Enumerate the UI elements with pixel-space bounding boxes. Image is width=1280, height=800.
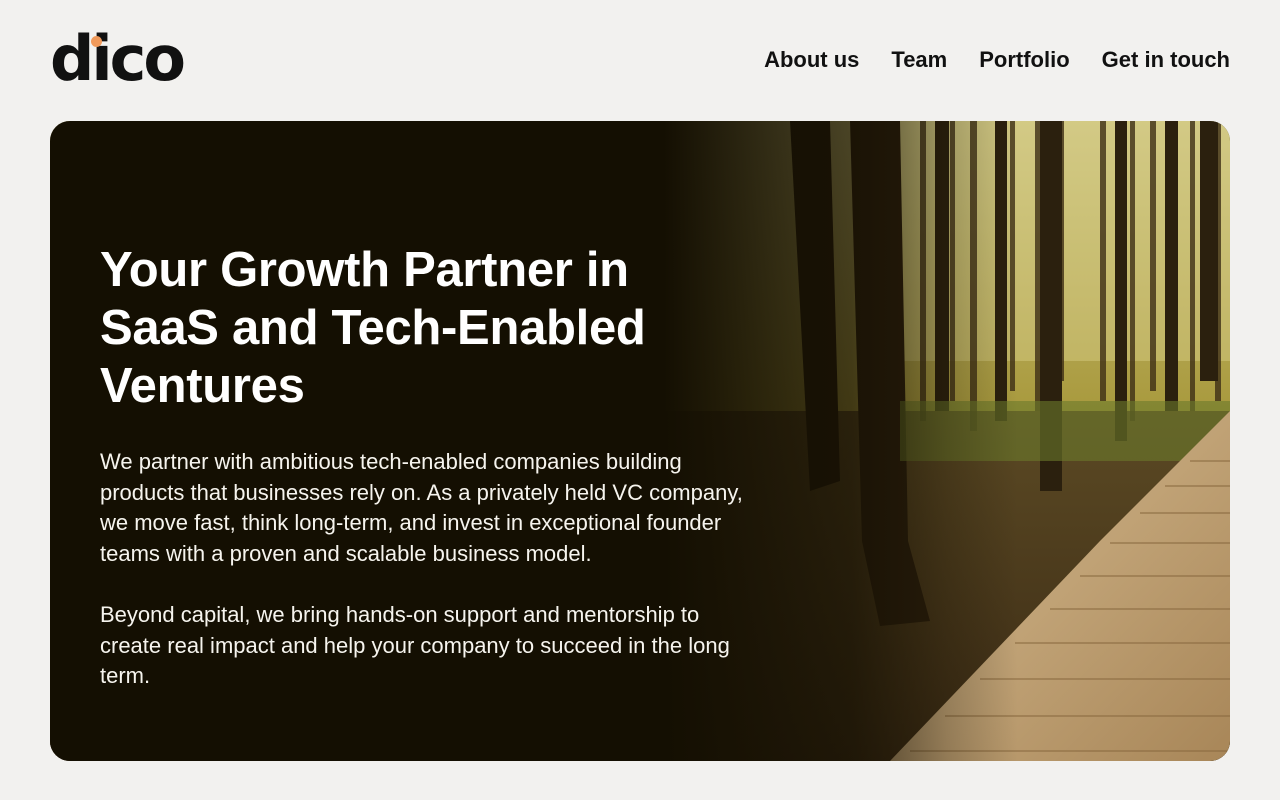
- nav-about-us[interactable]: About us: [764, 46, 859, 74]
- hero-paragraph-1: We partner with ambitious tech-enabled c…: [100, 449, 743, 566]
- hero-section: Your Growth Partner in SaaS and Tech-Ena…: [50, 121, 1230, 761]
- nav-get-in-touch[interactable]: Get in touch: [1102, 46, 1230, 74]
- site-header: dico About us Team Portfolio Get in touc…: [50, 0, 1230, 121]
- hero-title: Your Growth Partner in SaaS and Tech-Ena…: [100, 243, 646, 413]
- logo-dot-icon: [91, 36, 102, 47]
- nav-team[interactable]: Team: [891, 46, 947, 74]
- hero-content: Your Growth Partner in SaaS and Tech-Ena…: [100, 241, 750, 723]
- hero-paragraph-2: Beyond capital, we bring hands-on suppor…: [100, 602, 730, 688]
- main-nav: About us Team Portfolio Get in touch: [764, 46, 1230, 74]
- nav-portfolio[interactable]: Portfolio: [979, 46, 1069, 74]
- dico-logo[interactable]: dico: [50, 26, 186, 92]
- logo-wordmark: dico: [50, 22, 186, 95]
